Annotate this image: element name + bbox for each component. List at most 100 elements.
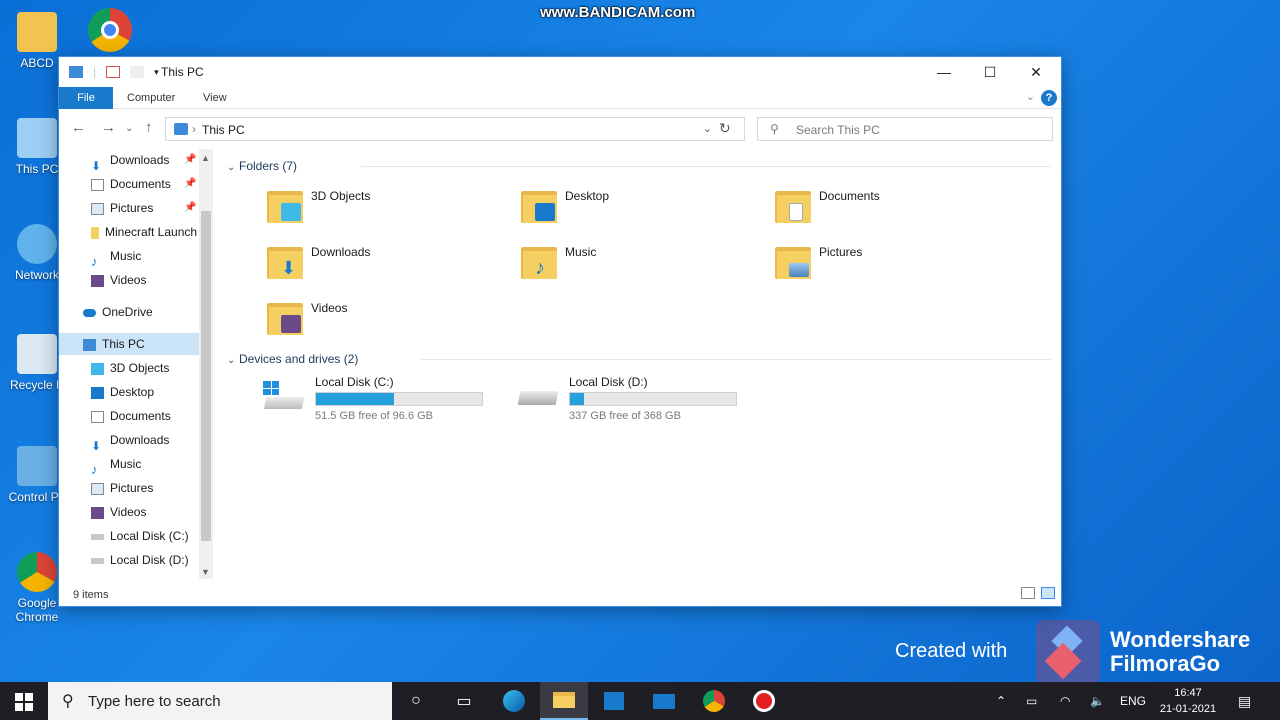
sidebar-item-documents-pc[interactable]: Documents	[59, 405, 199, 427]
folder-videos[interactable]: Videos	[265, 297, 505, 347]
new-folder-icon[interactable]	[130, 66, 145, 78]
start-button[interactable]	[0, 682, 48, 720]
chevron-right-icon[interactable]: ›	[192, 122, 196, 136]
sidebar-item-pictures-pc[interactable]: Pictures	[59, 477, 199, 499]
address-bar[interactable]: › This PC ⌄	[165, 117, 745, 141]
sidebar-item-this-pc[interactable]: This PC	[59, 333, 199, 355]
properties-icon[interactable]	[106, 66, 121, 78]
sidebar-item-downloads-pc[interactable]: ⬇ Downloads	[59, 429, 199, 451]
quick-access-toolbar: | ▾	[69, 65, 159, 79]
videos-icon	[91, 274, 104, 287]
refresh-icon[interactable]: ↻	[719, 120, 731, 137]
maximize-button[interactable]: ☐	[967, 57, 1013, 87]
language-indicator[interactable]: ENG	[1120, 682, 1146, 720]
windows-drive-icon	[261, 381, 305, 413]
details-view-icon[interactable]	[1021, 587, 1035, 599]
this-pc-icon	[174, 123, 188, 135]
tab-view[interactable]: View	[203, 87, 227, 109]
tab-file[interactable]: File	[59, 87, 113, 109]
chevron-down-icon: ⌄	[227, 162, 236, 173]
up-icon[interactable]: ↑	[145, 119, 153, 136]
scroll-thumb[interactable]	[201, 211, 211, 541]
pin-icon: 📌	[184, 178, 197, 189]
clock[interactable]: 16:47 21-01-2021	[1156, 685, 1220, 717]
desktop-icon-label: Control Pa	[8, 490, 66, 504]
forward-icon[interactable]: →	[101, 119, 116, 136]
taskbar: ⚲ Type here to search ○ ▭ ⌃ ▭ ◠ 🔈 ENG 16…	[0, 682, 1280, 720]
pin-icon: 📌	[184, 154, 197, 165]
recent-locations-icon[interactable]: ⌄	[125, 123, 133, 134]
title-bar[interactable]: | ▾ This PC — ☐ ✕	[59, 57, 1061, 87]
folder-desktop[interactable]: Desktop	[519, 185, 759, 235]
show-hidden-icons-icon[interactable]: ⌃	[996, 682, 1006, 720]
sidebar-item-downloads[interactable]: ⬇ Downloads 📌	[59, 149, 199, 171]
drive-local-disk-c[interactable]: Local Disk (C:) 51.5 GB free of 96.6 GB	[261, 375, 491, 425]
desktop-icon-label: Network	[14, 268, 59, 282]
drive-usage-bar	[315, 392, 483, 406]
drive-local-disk-d[interactable]: Local Disk (D:) 337 GB free of 368 GB	[515, 375, 745, 425]
chrome-desktop-icon[interactable]	[88, 8, 132, 52]
folders-section-header[interactable]: ⌄ Folders (7)	[227, 159, 297, 173]
documents-folder-icon	[773, 185, 813, 225]
status-item-count: 9 items	[73, 589, 109, 601]
sidebar-item-music-pc[interactable]: ♪ Music	[59, 453, 199, 475]
chrome-taskbar-icon[interactable]	[690, 682, 738, 720]
customize-toolbar-icon[interactable]: ▾	[154, 67, 159, 78]
close-button[interactable]: ✕	[1013, 57, 1059, 87]
taskbar-search-input[interactable]: ⚲ Type here to search	[48, 682, 392, 720]
folder-documents[interactable]: Documents	[773, 185, 1013, 235]
folder-music[interactable]: ♪ Music	[519, 241, 759, 291]
minimize-button[interactable]: —	[921, 57, 967, 87]
help-icon[interactable]: ?	[1041, 90, 1057, 106]
sidebar-item-videos[interactable]: Videos	[59, 269, 199, 291]
volume-muted-icon[interactable]: 🔈	[1090, 682, 1105, 720]
tab-computer[interactable]: Computer	[127, 87, 175, 109]
folder-3d-objects[interactable]: 3D Objects	[265, 185, 505, 235]
address-path: This PC	[202, 123, 245, 137]
sidebar-item-pictures[interactable]: Pictures 📌	[59, 197, 199, 219]
drive-usage-fill	[316, 393, 394, 405]
user-folder-icon	[17, 12, 57, 52]
sidebar-item-documents[interactable]: Documents 📌	[59, 173, 199, 195]
large-icons-view-icon[interactable]	[1041, 587, 1055, 599]
desktop-folder-icon	[519, 185, 559, 225]
notification-icon[interactable]: ▤	[1238, 682, 1251, 720]
bandicam-record-icon[interactable]	[740, 682, 788, 720]
chevron-down-icon[interactable]: ⌄	[703, 122, 712, 135]
search-input[interactable]: ⚲ Search This PC	[757, 117, 1053, 141]
filmorago-logo-icon	[1036, 620, 1100, 684]
folder-pictures[interactable]: Pictures	[773, 241, 1013, 291]
brand-line2: FilmoraGo	[1110, 651, 1221, 676]
drives-section-header[interactable]: ⌄ Devices and drives (2)	[227, 352, 358, 366]
pictures-icon	[91, 202, 104, 215]
sidebar-item-local-disk-c[interactable]: Local Disk (C:)	[59, 525, 199, 547]
sidebar-item-minecraft[interactable]: Minecraft Launch	[59, 221, 199, 243]
scroll-down-icon[interactable]: ▼	[201, 567, 210, 577]
scroll-up-icon[interactable]: ▲	[201, 153, 210, 163]
file-explorer-taskbar-icon[interactable]	[540, 682, 588, 720]
sidebar-item-onedrive[interactable]: OneDrive	[59, 301, 199, 323]
wifi-icon[interactable]: ◠	[1060, 682, 1070, 720]
back-icon[interactable]: ←	[71, 119, 86, 136]
brand-line1: Wondershare	[1110, 627, 1251, 652]
sidebar-scrollbar[interactable]: ▲ ▼	[199, 149, 213, 579]
sidebar-item-videos-pc[interactable]: Videos	[59, 501, 199, 523]
pin-icon: 📌	[184, 202, 197, 213]
cortana-icon[interactable]: ○	[392, 682, 440, 720]
sidebar-item-music[interactable]: ♪ Music	[59, 245, 199, 267]
ribbon-tabs: File Computer View ⌄ ?	[59, 87, 1061, 109]
sidebar-item-local-disk-d[interactable]: Local Disk (D:)	[59, 549, 199, 571]
sidebar-item-3d-objects[interactable]: 3D Objects	[59, 357, 199, 379]
battery-icon[interactable]: ▭	[1026, 682, 1037, 720]
chrome-icon	[17, 552, 57, 592]
sidebar-item-desktop[interactable]: Desktop	[59, 381, 199, 403]
music-icon: ♪	[91, 461, 98, 475]
3d-objects-icon	[91, 362, 104, 375]
edge-icon[interactable]	[490, 682, 538, 720]
task-view-icon[interactable]: ▭	[440, 682, 488, 720]
mail-icon[interactable]	[640, 682, 688, 720]
clock-time: 16:47	[1174, 687, 1202, 699]
expand-ribbon-icon[interactable]: ⌄	[1026, 90, 1035, 103]
folder-downloads[interactable]: ⬇ Downloads	[265, 241, 505, 291]
store-icon[interactable]	[590, 682, 638, 720]
